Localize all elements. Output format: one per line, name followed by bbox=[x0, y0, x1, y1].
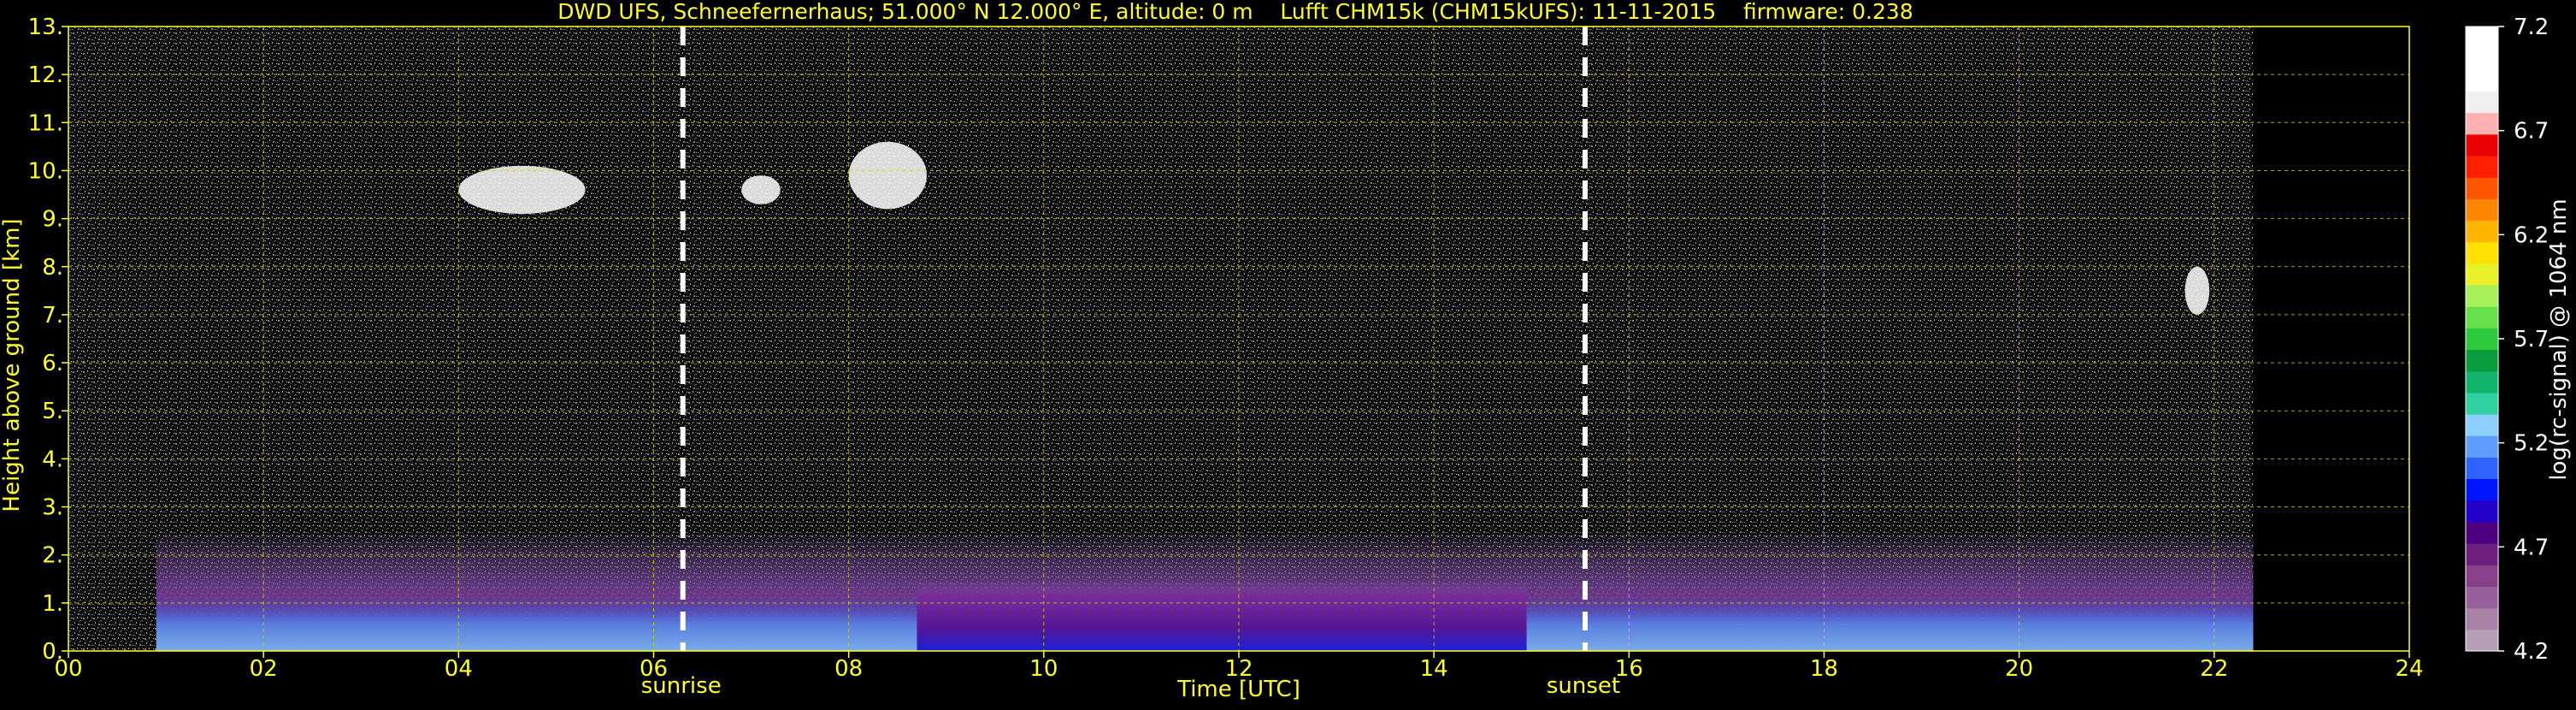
colorbar-segment bbox=[2466, 629, 2498, 652]
y-tick-label: 6. bbox=[42, 351, 63, 376]
chart-svg: sunrise sunset 00 02 04 06 08 10 12 14 16 18 20 22 24… bbox=[0, 0, 2572, 702]
colorbar-segment bbox=[2466, 607, 2498, 630]
sunset-label: sunset bbox=[1547, 673, 1620, 699]
colorbar-label: log(rc-signal) @ 1064 nm bbox=[2546, 198, 2572, 480]
colorbar-segment bbox=[2466, 370, 2498, 393]
ceilometer-figure: sunrise sunset 00 02 04 06 08 10 12 14 16 18 20 22 24… bbox=[0, 0, 2576, 707]
colorbar-tick-label: 7.2 bbox=[2514, 15, 2549, 40]
colorbar-tick-label: 4.2 bbox=[2514, 639, 2549, 665]
colorbar-segment bbox=[2466, 91, 2498, 114]
x-tick-label: 06 bbox=[640, 656, 668, 682]
colorbar-tick-label: 6.7 bbox=[2514, 119, 2549, 145]
colorbar-segment bbox=[2466, 263, 2498, 286]
colorbar-segment bbox=[2466, 500, 2498, 523]
colorbar-segment bbox=[2466, 112, 2498, 135]
colorbar-segment bbox=[2466, 69, 2498, 92]
colorbar-segment bbox=[2466, 241, 2498, 264]
colorbar-segment bbox=[2466, 565, 2498, 587]
y-tick-label: 13. bbox=[28, 15, 63, 40]
colorbar-segment bbox=[2466, 177, 2498, 199]
colorbar: 4.2 4.7 5.2 5.7 6.2 6.7 7.2 bbox=[2465, 15, 2549, 665]
y-tick-label: 1. bbox=[42, 591, 63, 617]
colorbar-segment bbox=[2466, 133, 2498, 157]
colorbar-segment bbox=[2466, 543, 2498, 565]
x-tick-label: 02 bbox=[250, 656, 278, 682]
colorbar-tick-label: 4.7 bbox=[2514, 535, 2549, 560]
colorbar-segment bbox=[2466, 349, 2498, 372]
x-axis-label: Time [UTC] bbox=[1176, 677, 1300, 702]
colorbar-segment bbox=[2466, 27, 2498, 49]
colorbar-tick-label: 5.7 bbox=[2514, 327, 2549, 352]
x-tick-label: 08 bbox=[834, 656, 863, 682]
x-tick-label: 14 bbox=[1420, 656, 1448, 682]
y-axis-label: Height above ground [km] bbox=[0, 218, 25, 512]
y-tick-label: 12. bbox=[28, 62, 63, 88]
colorbar-segment bbox=[2466, 414, 2498, 436]
ice-cloud bbox=[848, 141, 927, 210]
colorbar-tick-label: 6.2 bbox=[2514, 222, 2549, 248]
chart-title: DWD UFS, Schneefernerhaus; 51.000° N 12.… bbox=[557, 0, 1913, 24]
ice-cloud bbox=[741, 175, 781, 204]
colorbar-segment bbox=[2466, 586, 2498, 609]
y-tick-label: 7. bbox=[42, 303, 63, 328]
colorbar-segment bbox=[2466, 285, 2498, 307]
ice-cloud bbox=[2184, 266, 2210, 315]
colorbar-segment bbox=[2466, 198, 2498, 222]
x-tick-label: 16 bbox=[1615, 656, 1643, 682]
y-tick-label: 5. bbox=[42, 399, 63, 424]
y-tick-label: 2. bbox=[42, 543, 63, 569]
x-tick-label: 04 bbox=[445, 656, 473, 682]
x-tick-label: 22 bbox=[2200, 656, 2228, 682]
x-tick-label: 10 bbox=[1029, 656, 1058, 682]
y-tick-label: 0. bbox=[42, 639, 63, 665]
colorbar-segment bbox=[2466, 457, 2498, 480]
x-tick-label: 20 bbox=[2005, 656, 2033, 682]
colorbar-segment bbox=[2466, 156, 2498, 178]
dense-aerosol-layer bbox=[917, 581, 1527, 651]
colorbar-segment bbox=[2466, 306, 2498, 328]
x-tick-label: 18 bbox=[1810, 656, 1838, 682]
y-tick-label: 4. bbox=[42, 447, 63, 472]
y-tick-label: 8. bbox=[42, 255, 63, 281]
colorbar-tick-label: 5.2 bbox=[2514, 431, 2549, 457]
y-tick-label: 11. bbox=[28, 110, 63, 136]
y-tick-label: 10. bbox=[28, 158, 63, 184]
colorbar-segment bbox=[2466, 392, 2498, 415]
colorbar-segment bbox=[2466, 48, 2498, 70]
colorbar-segment bbox=[2466, 435, 2498, 458]
y-tick-label: 9. bbox=[42, 207, 63, 233]
colorbar-segment bbox=[2466, 521, 2498, 544]
y-tick-label: 3. bbox=[42, 495, 63, 521]
colorbar-segment bbox=[2466, 478, 2498, 501]
colorbar-segment bbox=[2466, 220, 2498, 243]
ice-cloud bbox=[458, 165, 586, 214]
x-tick-label: 24 bbox=[2395, 656, 2423, 682]
colorbar-segment bbox=[2466, 328, 2498, 351]
